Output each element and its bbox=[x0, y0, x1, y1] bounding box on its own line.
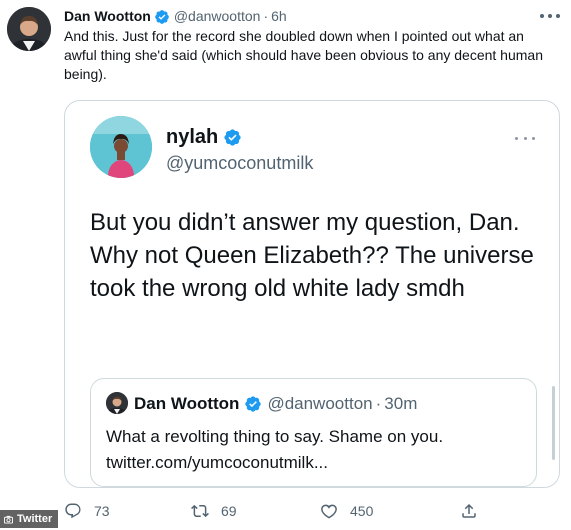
quoted-header: Dan Wootton @danwootton · 30m bbox=[134, 393, 417, 414]
embedded-author: nylah bbox=[166, 125, 246, 149]
quoted-timestamp: 30m bbox=[384, 394, 418, 413]
quoted-author-handle: @danwootton bbox=[267, 394, 373, 413]
retweet-icon bbox=[191, 504, 209, 518]
watermark-label: Twitter bbox=[17, 513, 53, 525]
tweet-text: And this. Just for the record she double… bbox=[64, 28, 543, 82]
more-dots-icon[interactable] bbox=[540, 11, 560, 21]
author-name[interactable]: Dan Wootton bbox=[64, 8, 151, 25]
more-dot bbox=[556, 14, 560, 18]
quoted-text-line: What a revolting thing to say. Shame on … bbox=[106, 427, 444, 446]
header-separator: · bbox=[263, 8, 269, 24]
embedded-tweet-text: But you didn’t answer my question, Dan. … bbox=[90, 209, 534, 302]
verified-badge-icon bbox=[245, 395, 262, 412]
like-button[interactable]: 450 bbox=[320, 502, 373, 520]
embedded-avatar-image bbox=[90, 116, 152, 178]
twitter-watermark: Twitter bbox=[0, 510, 59, 528]
quoted-text: What a revolting thing to say. Shame on … bbox=[106, 424, 526, 476]
reply-count: 73 bbox=[94, 503, 110, 519]
avatar[interactable] bbox=[7, 7, 51, 51]
embedded-avatar bbox=[90, 116, 152, 178]
quoted-author-name: Dan Wootton bbox=[134, 394, 240, 413]
verified-badge-icon bbox=[224, 128, 241, 146]
more-dot bbox=[523, 136, 527, 140]
embedded-author-handle: @yumcoconutmilk bbox=[166, 153, 314, 173]
timestamp[interactable]: 6h bbox=[271, 8, 287, 25]
scrollbar bbox=[552, 386, 555, 460]
embedded-tweet-screenshot: nylah @yumcoconutmilk But you didn’t ans… bbox=[64, 100, 560, 488]
retweet-button[interactable]: 69 bbox=[191, 502, 237, 520]
more-dot bbox=[515, 136, 518, 140]
verified-badge-icon bbox=[155, 9, 169, 24]
retweet-count: 69 bbox=[221, 503, 237, 519]
more-dots-icon bbox=[515, 135, 535, 141]
reply-button[interactable]: 73 bbox=[64, 502, 110, 520]
author-handle[interactable]: @danwootton bbox=[174, 8, 261, 25]
quoted-avatar-image bbox=[106, 392, 128, 414]
camera-icon bbox=[4, 515, 13, 524]
share-button[interactable] bbox=[460, 502, 490, 520]
quoted-link: twitter.com/yumcoconutmilk... bbox=[106, 453, 329, 472]
share-icon bbox=[462, 503, 476, 518]
quoted-tweet: Dan Wootton @danwootton · 30m What a rev… bbox=[90, 378, 537, 487]
action-bar: 73 69 450 bbox=[64, 502, 560, 526]
embedded-author-name: nylah bbox=[166, 126, 219, 148]
more-dot bbox=[540, 14, 544, 18]
reply-icon bbox=[65, 503, 81, 519]
avatar-image bbox=[7, 7, 51, 51]
like-count: 450 bbox=[350, 503, 374, 519]
more-dot bbox=[548, 14, 552, 18]
more-dot bbox=[532, 136, 535, 140]
heart-icon bbox=[321, 504, 337, 519]
tweet[interactable]: Dan Wootton @danwootton · 6h And this. J… bbox=[0, 0, 571, 530]
quoted-avatar bbox=[106, 392, 128, 414]
tweet-header: Dan Wootton @danwootton · 6h bbox=[64, 8, 287, 25]
quoted-separator: · bbox=[375, 394, 382, 413]
